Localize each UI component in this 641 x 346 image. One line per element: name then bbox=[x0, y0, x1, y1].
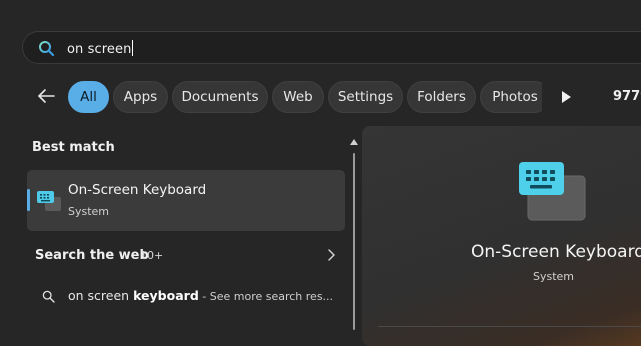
filter-photos[interactable]: Photos bbox=[480, 81, 542, 113]
search-query: on screen bbox=[67, 42, 132, 57]
search-web-heading[interactable]: Search the web bbox=[35, 248, 149, 263]
suggestion-suffix: - See more search res... bbox=[198, 290, 334, 303]
best-match-type: System bbox=[68, 205, 110, 218]
search-icon bbox=[42, 290, 55, 303]
back-arrow-icon[interactable] bbox=[34, 84, 58, 108]
filter-documents[interactable]: Documents bbox=[172, 81, 268, 113]
search-icon bbox=[39, 41, 55, 57]
filter-settings[interactable]: Settings bbox=[328, 81, 403, 113]
best-match-result[interactable]: On-Screen Keyboard System bbox=[27, 170, 345, 231]
preview-divider bbox=[378, 326, 641, 327]
best-match-name: On-Screen Keyboard bbox=[68, 182, 207, 198]
keyboard-icon bbox=[519, 162, 586, 221]
preview-title: On-Screen Keyboard bbox=[471, 242, 641, 262]
play-icon[interactable] bbox=[559, 90, 573, 104]
text-caret bbox=[132, 40, 134, 56]
filter-web[interactable]: Web bbox=[272, 81, 324, 113]
filter-apps[interactable]: Apps bbox=[113, 81, 168, 113]
search-input[interactable]: on screen bbox=[67, 40, 134, 57]
web-suggestion[interactable]: on screen keyboard - See more search res… bbox=[27, 283, 345, 311]
preview-type: System bbox=[533, 270, 575, 283]
filter-folders[interactable]: Folders bbox=[407, 81, 476, 113]
keyboard-icon bbox=[37, 191, 61, 211]
best-match-heading: Best match bbox=[32, 140, 115, 155]
chevron-right-icon[interactable] bbox=[326, 248, 338, 262]
filter-photos-container: Photos bbox=[480, 81, 542, 113]
scroll-up-arrow-icon[interactable] bbox=[350, 139, 358, 145]
filter-all[interactable]: All bbox=[68, 81, 109, 113]
suggestion-bold: keyboard bbox=[133, 288, 199, 303]
web-suggestion-text: on screen keyboard - See more search res… bbox=[68, 288, 333, 303]
search-box[interactable]: on screen bbox=[22, 31, 641, 64]
rewards-points[interactable]: 9779 bbox=[613, 89, 641, 104]
scrollbar-thumb[interactable] bbox=[353, 153, 355, 330]
web-result-count: 10+ bbox=[140, 249, 164, 262]
suggestion-prefix: on screen bbox=[68, 288, 134, 303]
preview-pane: On-Screen Keyboard System bbox=[362, 126, 641, 346]
selection-indicator bbox=[27, 189, 30, 211]
